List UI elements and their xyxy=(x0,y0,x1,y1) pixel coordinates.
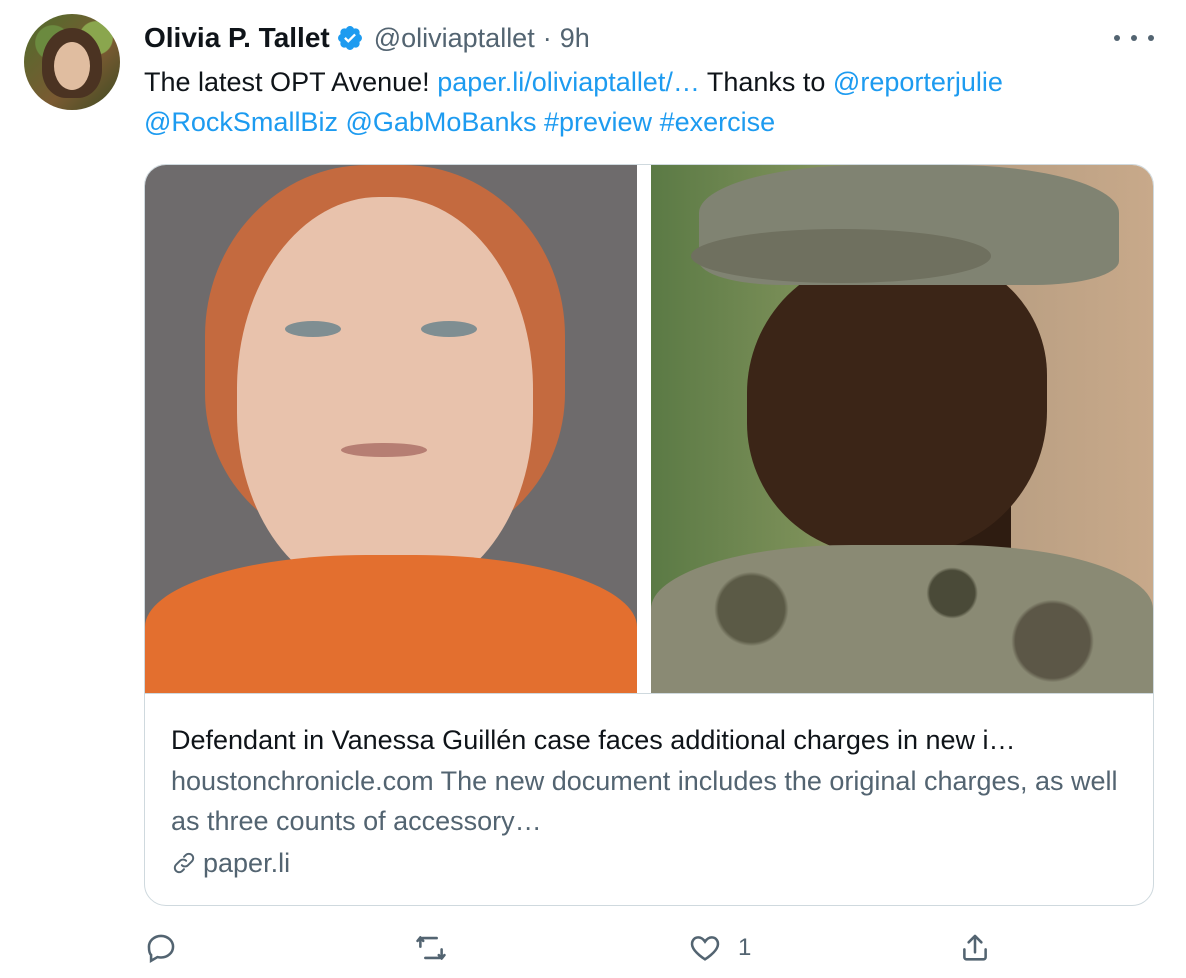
card-source-domain: paper.li xyxy=(203,848,291,878)
mention-reporterjulie[interactable]: @reporterjulie xyxy=(833,67,1003,97)
tweet-text: The latest OPT Avenue! paper.li/oliviapt… xyxy=(144,62,1144,142)
tweet-header: Olivia P. Tallet @oliviaptallet · 9h xyxy=(144,18,590,58)
avatar-face xyxy=(54,42,90,90)
like-count: 1 xyxy=(738,934,752,961)
card-image-right xyxy=(651,165,1153,693)
reply-button[interactable] xyxy=(144,928,178,968)
display-name[interactable]: Olivia P. Tallet xyxy=(144,22,330,54)
timestamp[interactable]: 9h xyxy=(560,23,590,54)
more-options-icon[interactable] xyxy=(1114,28,1154,48)
tweet-text-part: The latest OPT Avenue! xyxy=(144,67,438,97)
separator-dot: · xyxy=(542,22,552,53)
card-description: houstonchronicle.com The new document in… xyxy=(171,766,1118,836)
mention-rocksmallbiz[interactable]: @RockSmallBiz xyxy=(144,107,338,137)
link-card[interactable]: Defendant in Vanessa Guillén case faces … xyxy=(144,164,1154,906)
link-icon xyxy=(173,852,195,874)
reply-icon xyxy=(147,934,175,963)
heart-icon xyxy=(690,936,720,961)
card-image-left xyxy=(145,165,637,693)
card-body: Defendant in Vanessa Guillén case faces … xyxy=(171,721,1131,883)
card-title: Defendant in Vanessa Guillén case faces … xyxy=(171,725,1016,755)
retweet-icon xyxy=(416,936,446,960)
action-bar: 1 xyxy=(144,928,1154,968)
retweet-button[interactable] xyxy=(414,928,448,968)
like-button[interactable]: 1 xyxy=(688,928,751,968)
card-media[interactable] xyxy=(145,165,1153,694)
tweet-text-part: Thanks to xyxy=(699,67,833,97)
tweet-link[interactable]: paper.li/oliviaptallet/… xyxy=(437,67,700,97)
card-source: paper.li xyxy=(171,843,1131,883)
share-button[interactable] xyxy=(958,928,992,968)
share-icon xyxy=(963,934,987,961)
mention-gabmobanks[interactable]: @GabMoBanks xyxy=(345,107,536,137)
handle[interactable]: @oliviaptallet xyxy=(374,23,535,54)
hashtag-exercise[interactable]: #exercise xyxy=(660,107,776,137)
verified-badge-icon xyxy=(337,26,362,50)
avatar[interactable] xyxy=(24,14,120,110)
hashtag-preview[interactable]: #preview xyxy=(544,107,652,137)
